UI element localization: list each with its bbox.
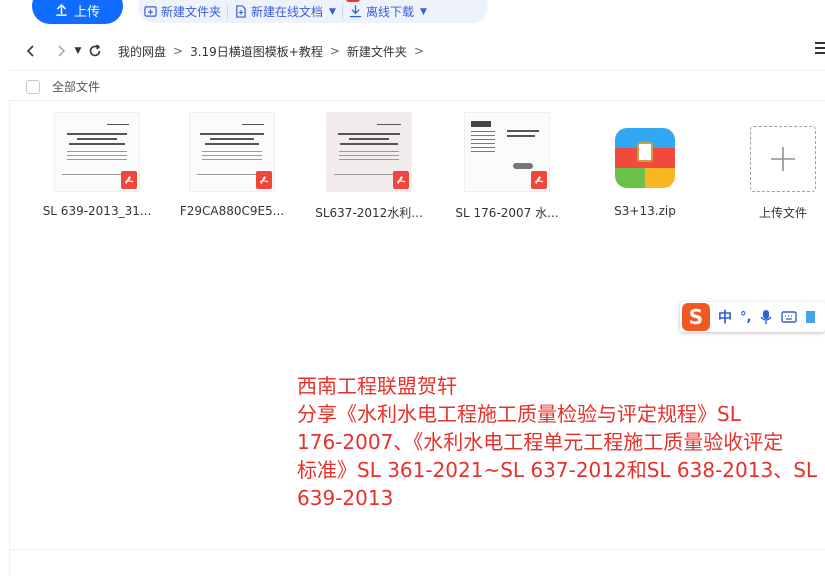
chevron-right-icon (58, 45, 66, 57)
new-folder-label: 新建文件夹 (161, 5, 222, 19)
upload-button-label: 上传 (73, 4, 100, 20)
upload-file-label: 上传文件 (758, 206, 807, 220)
chevron-left-icon (26, 45, 34, 57)
file-name: SL637-2012水利... (315, 206, 423, 220)
new-folder-button[interactable]: 新建文件夹 (138, 3, 227, 20)
upload-icon (56, 3, 67, 16)
breadcrumb-item-parent[interactable]: 3.19日横道图模板+教程 (190, 43, 323, 60)
toolbar-actions: 新建文件夹 新建在线文档 ▼ 离线下载 ▼ (138, 0, 488, 23)
upload-drop-zone[interactable] (750, 126, 816, 192)
file-name: SL 176-2007 水... (455, 206, 559, 220)
divider (10, 70, 825, 71)
new-online-doc-label: 新建在线文档 (251, 5, 324, 19)
download-icon (349, 5, 362, 18)
chevron-right-icon: > (413, 44, 424, 58)
breadcrumb-item-current[interactable]: 新建文件夹 (347, 43, 407, 60)
navigation-bar: ▼ 我的网盘 > 3.19日横道图模板+教程 > 新建文件夹 > (0, 36, 825, 66)
divider (10, 549, 825, 550)
ime-punctuation-toggle[interactable]: °, (740, 310, 751, 325)
menu-icon[interactable] (815, 42, 825, 54)
overlay-line: 639-2013 (297, 486, 394, 510)
file-item[interactable]: F29CA880C9E5... (172, 112, 292, 218)
divider (10, 100, 825, 101)
overlay-line: 176-2007、《水利水电工程单元工程施工质量验收评定 (297, 430, 784, 454)
pdf-thumbnail (189, 112, 275, 192)
select-all-checkbox[interactable] (26, 79, 40, 94)
pdf-icon (121, 171, 137, 189)
history-dropdown-button[interactable]: ▼ (72, 40, 84, 62)
breadcrumb: 我的网盘 > 3.19日横道图模板+教程 > 新建文件夹 > (118, 43, 431, 60)
file-item[interactable]: SL 176-2007 水... (447, 112, 567, 221)
new-folder-icon (144, 6, 157, 17)
overlay-line: 西南工程联盟贺轩 (297, 374, 457, 398)
chevron-down-icon: ▼ (419, 6, 427, 17)
pdf-icon (393, 171, 409, 189)
chevron-down-icon: ▼ (329, 6, 336, 17)
offline-download-label: 离线下载 (365, 5, 414, 19)
file-name: SL 639-2013_31... (42, 204, 152, 218)
pdf-thumbnail (464, 112, 550, 192)
document-icon (236, 5, 246, 18)
overlay-line: 标准》SL 361-2021~SL 637-2012和SL 638-2013、S… (297, 458, 818, 482)
all-files-label: 全部文件 (52, 80, 101, 94)
overlay-line: 分享《水利水电工程施工质量检验与评定规程》SL (297, 402, 741, 426)
forward-button[interactable] (50, 40, 72, 62)
pdf-icon (256, 171, 272, 189)
ime-mode-toggle[interactable]: 中 (718, 307, 732, 327)
upload-button[interactable]: 上传 (32, 0, 123, 24)
microphone-icon[interactable] (759, 309, 773, 325)
chevron-right-icon: > (173, 44, 184, 58)
pdf-thumbnail (326, 112, 412, 192)
file-item[interactable]: SL 639-2013_31... (37, 112, 157, 218)
upload-file-tile[interactable]: 上传文件 (723, 112, 825, 221)
pdf-thumbnail (54, 112, 140, 192)
file-item[interactable]: SL637-2012水利... (309, 112, 429, 221)
skin-icon[interactable] (805, 309, 816, 325)
chevron-right-icon: > (329, 44, 340, 58)
caret-down-icon: ▼ (74, 46, 82, 56)
toolbar: 上传 新建文件夹 新建在线文档 ▼ 离线下载 ▼ (0, 0, 825, 30)
sogou-logo-icon[interactable]: S (682, 303, 710, 331)
offline-download-button[interactable]: 离线下载 ▼ (343, 3, 433, 20)
breadcrumb-item-root[interactable]: 我的网盘 (118, 43, 166, 60)
ime-toolbar[interactable]: S 中 °, (680, 302, 825, 332)
keyboard-icon[interactable] (781, 309, 798, 325)
overlay-caption: 西南工程联盟贺轩 分享《水利水电工程施工质量检验与评定规程》SL 176-200… (297, 372, 822, 512)
divider (9, 100, 10, 576)
new-online-doc-button[interactable]: 新建在线文档 ▼ (228, 3, 342, 20)
list-header: 全部文件 (26, 78, 100, 95)
plus-icon (771, 147, 795, 171)
zip-archive-icon (615, 128, 675, 188)
notification-badge (346, 0, 360, 2)
file-name: F29CA880C9E5... (179, 204, 285, 218)
refresh-icon (89, 44, 101, 57)
refresh-button[interactable] (84, 40, 106, 62)
file-item[interactable]: S3+13.zip (585, 112, 705, 218)
back-button[interactable] (20, 40, 42, 62)
file-name: S3+13.zip (614, 204, 676, 218)
pdf-icon (531, 171, 547, 189)
